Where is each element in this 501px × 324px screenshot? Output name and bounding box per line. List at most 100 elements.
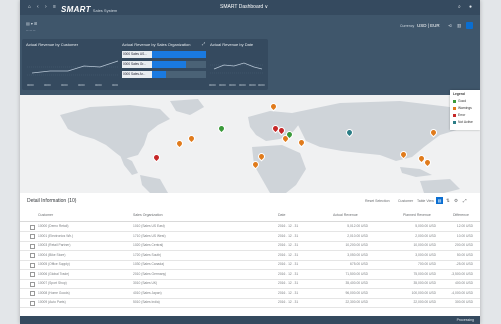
map-legend: Legend Good Warnings Error Not Active (450, 90, 480, 130)
table-row[interactable]: 10006 (Global Trade) 2010 (Sales Germany)… (20, 270, 480, 280)
sort-icon[interactable]: ⇅ (446, 198, 450, 204)
row-checkbox[interactable] (30, 253, 35, 258)
legend-title: Legend (453, 92, 465, 96)
variant-icon[interactable]: ▤ ▾ ⊞ (26, 21, 37, 26)
axis-tick: 0000 (61, 83, 68, 87)
row-checkbox[interactable] (30, 272, 35, 277)
detail-table-panel: Detail Information (10) Reset Selection … (20, 193, 480, 324)
column-header[interactable]: Planned Revenue (403, 213, 431, 217)
bar-label: 0000 Sales US... (123, 52, 147, 56)
table-cell: 2016 . 12 . 31 (278, 271, 299, 276)
table-row[interactable]: 10005 (Office Supply) 1030 (Sales Canada)… (20, 260, 480, 270)
table-row[interactable]: 10000 (Demo Retail) 1010 (Sales US East) 2… (20, 222, 480, 232)
card-revenue-by-date[interactable]: Actual Revenue by Date 0000 0000 0000 00… (206, 39, 268, 90)
column-header[interactable]: Actual Revenue (333, 213, 358, 217)
table-cell: -25.00 USD (455, 262, 473, 266)
card-revenue-by-customer[interactable]: Actual Revenue by Customer 0000 0000 000… (22, 39, 128, 90)
table-row[interactable]: 10007 (Sport Shop) 3010 (Sales UK) 2016 . … (20, 279, 480, 289)
table-row[interactable]: 10003 (Retail Partner) 1020 (Sales Centra… (20, 241, 480, 251)
table-view-button[interactable]: Table View (417, 199, 434, 203)
bar-track[interactable]: 0000 Sales US... (122, 51, 212, 58)
card-title: Actual Revenue by Sales Organization (122, 42, 191, 47)
axis-tick: 0000 (249, 83, 256, 87)
row-checkbox[interactable] (30, 262, 35, 268)
row-checkbox[interactable] (30, 291, 35, 296)
table-row[interactable]: 10009 (Auto Parts) 5010 (Sales India) 2016… (20, 298, 480, 308)
column-header[interactable]: Date (278, 213, 285, 217)
table-cell: 96,000.00 USD (345, 290, 368, 295)
table-cell: 4010 (Sales Japan) (133, 290, 162, 295)
table-row[interactable]: 10004 (Bike Store) 1720 (Sales South) 2016… (20, 251, 480, 261)
row-checkbox[interactable] (30, 281, 35, 287)
table-cell: 10001 (Electronics Wh.) (38, 233, 74, 238)
footer-bar: Processing (20, 316, 480, 324)
table-cell: -3,500.00 USD (451, 271, 473, 276)
table-icon[interactable]: ▤ (436, 197, 443, 204)
reset-selection-button[interactable]: Reset Selection (365, 199, 390, 203)
row-checkbox[interactable] (30, 300, 35, 306)
legend-item: Error (453, 113, 465, 118)
world-map[interactable] (20, 95, 480, 193)
app-menu-icon[interactable]: ≡ (53, 0, 56, 15)
table-cell: 5010 (Sales India) (133, 300, 160, 304)
axis-tick: 0000 (258, 83, 265, 87)
bar-label: 0000 Sales Gr... (123, 62, 146, 66)
page-title[interactable]: SMART Dashboard ∨ (220, 0, 268, 15)
table-cell: 12.00 USD (456, 224, 473, 228)
table-cell: 1020 (Sales Central) (133, 243, 164, 247)
row-checkbox[interactable] (30, 243, 35, 249)
column-header[interactable]: Sales Organization (133, 213, 163, 217)
legend-swatch (453, 106, 456, 110)
column-header[interactable]: Difference (453, 213, 469, 217)
table-cell: 10009 (Auto Parts) (38, 300, 66, 304)
row-checkbox[interactable] (30, 224, 35, 230)
bar-label: 0000 Sales Ar... (123, 72, 146, 76)
currency-value[interactable]: USD | EUR (417, 23, 440, 28)
table-cell: 35,400.00 USD (345, 281, 368, 285)
customer-button[interactable]: Customer (398, 199, 413, 203)
table-row[interactable]: 10001 (Electronics Wh.) 1710 (Sales US We… (20, 232, 480, 242)
forward-icon[interactable]: › (45, 0, 47, 15)
table-cell: 2016 . 12 . 31 (278, 243, 299, 247)
axis-tick: 0000 (78, 83, 85, 87)
table-cell: 2,010.00 USD (347, 233, 368, 238)
table-cell: 1030 (Sales Canada) (133, 262, 165, 266)
footer-status: Processing (456, 318, 474, 322)
bar-track[interactable]: 0000 Sales Ar... (122, 71, 212, 78)
save-button[interactable] (466, 22, 473, 29)
table-cell: 675.00 USD (350, 262, 368, 266)
table-cell: 10000 (Demo Retail) (38, 224, 69, 228)
axis-tick: 0000 (229, 83, 236, 87)
brand-subtitle: Sales System (92, 8, 118, 13)
legend-item: Not Active (453, 120, 473, 125)
table-row[interactable]: 10008 (Home Goods) 4010 (Sales Japan) 2016… (20, 289, 480, 299)
table-cell: 10006 (Global Trade) (38, 271, 70, 276)
user-avatar[interactable]: ● (469, 0, 472, 15)
bar-track[interactable]: 0000 Sales Gr... (122, 61, 212, 68)
table-cell: 1710 (Sales US West) (133, 233, 166, 238)
row-checkbox[interactable] (30, 234, 35, 239)
table-cell: 10007 (Sport Shop) (38, 281, 67, 285)
card-revenue-by-sales-org[interactable]: Actual Revenue by Sales Organization ⤢ ⋯… (118, 39, 218, 90)
search-icon[interactable]: ⌕ (458, 0, 461, 15)
fullscreen-icon[interactable]: ⤢ (463, 198, 467, 203)
table-cell: 700.00 USD (418, 262, 436, 266)
back-icon[interactable]: ‹ (37, 0, 39, 15)
table-cell: 5,000.00 USD (415, 224, 436, 228)
table-cell: 10,200.00 USD (345, 243, 368, 247)
filter-icon[interactable]: ⊲ (448, 23, 452, 29)
table-cell: 22,000.00 USD (413, 300, 436, 304)
table-cell: 3010 (Sales UK) (133, 281, 158, 285)
home-icon[interactable]: ⌂ (28, 0, 31, 15)
table-cell: 1720 (Sales South) (133, 252, 162, 257)
table-cell: 50.00 USD (456, 252, 473, 257)
table-cell: 71,500.00 USD (345, 271, 368, 276)
table-cell: 200.00 USD (455, 243, 473, 247)
column-header[interactable]: Customer (38, 213, 53, 217)
settings-icon[interactable]: ⚙ (454, 198, 458, 204)
chart-icon[interactable]: ▥ (457, 23, 461, 29)
legend-item: Good (453, 99, 466, 104)
filter-bar: ▤ ▾ ⊞ ─ ─ ─ Currency USD | EUR ⊲ ▥ (20, 15, 480, 39)
table-cell: 10.00 USD (456, 233, 473, 238)
table-cell: 2016 . 12 . 31 (278, 281, 299, 285)
